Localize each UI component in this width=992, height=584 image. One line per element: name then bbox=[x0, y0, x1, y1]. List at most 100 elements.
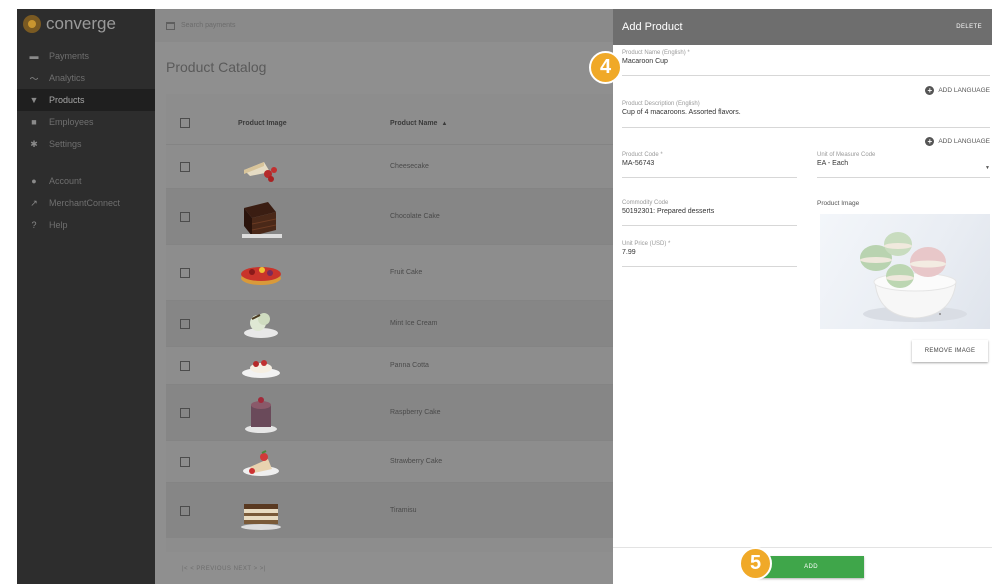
unit-price-input[interactable]: 7.99 bbox=[622, 249, 797, 256]
add-language-button[interactable]: + ADD LANGUAGE bbox=[925, 86, 990, 95]
product-description-field[interactable]: Product Description (English) Cup of 4 m… bbox=[622, 101, 990, 128]
product-name: Fruit Cake bbox=[390, 269, 423, 276]
product-name: Panna Cotta bbox=[390, 362, 429, 369]
add-language-button-2[interactable]: + ADD LANGUAGE bbox=[925, 137, 990, 146]
main-content: Search payments Product Catalog Product … bbox=[155, 9, 613, 584]
product-image bbox=[820, 214, 990, 329]
step-callout-4: 4 bbox=[589, 51, 622, 84]
add-product-panel: Add Product DELETE Product Name (English… bbox=[613, 9, 992, 584]
row-checkbox[interactable] bbox=[180, 267, 190, 278]
product-name-input[interactable]: Macaroon Cup bbox=[622, 58, 990, 65]
unit-of-measure-label: Unit of Measure Code bbox=[817, 152, 876, 158]
product-thumbnail bbox=[238, 256, 284, 290]
sort-up-icon: ▲ bbox=[441, 120, 448, 127]
sidebar-item-label: Payments bbox=[49, 51, 90, 61]
column-header-image[interactable]: Product Image bbox=[228, 120, 390, 127]
column-header-name[interactable]: Product Name ▲ bbox=[390, 120, 613, 127]
product-name: Tiramisu bbox=[390, 507, 417, 514]
panel-title: Add Product bbox=[622, 21, 683, 33]
product-name-label: Product Name (English) * bbox=[622, 50, 690, 56]
app-window: converge ▬ Payments 〜 Analytics ▼ Produc… bbox=[17, 9, 992, 584]
sidebar-nav: ▬ Payments 〜 Analytics ▼ Products ■ Empl… bbox=[17, 45, 155, 236]
table-header: Product Image Product Name ▲ bbox=[166, 102, 613, 144]
product-thumbnail bbox=[238, 490, 284, 532]
plus-circle-icon: + bbox=[925, 86, 935, 95]
table-row[interactable]: Raspberry Cake bbox=[166, 384, 613, 440]
table-row[interactable]: Chocolate Cake bbox=[166, 188, 613, 244]
sidebar-item-label: Analytics bbox=[49, 73, 86, 83]
analytics-icon: 〜 bbox=[29, 73, 39, 84]
sidebar-item-account[interactable]: ● Account bbox=[17, 170, 155, 192]
cart-icon: ▼ bbox=[29, 95, 39, 105]
logo-text: converge bbox=[46, 14, 116, 33]
product-name: Cheesecake bbox=[390, 163, 429, 170]
remove-image-button[interactable]: REMOVE IMAGE bbox=[912, 340, 988, 362]
row-checkbox[interactable] bbox=[180, 211, 190, 222]
sidebar-item-label: Settings bbox=[49, 139, 82, 149]
commodity-code-field[interactable]: Commodity Code 50192301: Prepared desser… bbox=[622, 200, 797, 226]
step-callout-5: 5 bbox=[739, 547, 772, 580]
table-row[interactable]: Mint Ice Cream bbox=[166, 300, 613, 346]
search-input[interactable]: Search payments bbox=[181, 22, 235, 29]
add-language-label: ADD LANGUAGE bbox=[938, 87, 990, 94]
product-code-label: Product Code * bbox=[622, 152, 663, 158]
unit-price-field[interactable]: Unit Price (USD) * 7.99 bbox=[622, 241, 797, 267]
commodity-code-label: Commodity Code bbox=[622, 200, 669, 206]
external-link-icon: ↗ bbox=[30, 197, 38, 208]
unit-price-label: Unit Price (USD) * bbox=[622, 241, 671, 247]
sidebar: converge ▬ Payments 〜 Analytics ▼ Produc… bbox=[17, 9, 155, 584]
sidebar-item-help[interactable]: ? Help bbox=[17, 214, 155, 236]
product-code-field[interactable]: Product Code * MA-56743 bbox=[622, 152, 797, 178]
table-row[interactable]: Panna Cotta bbox=[166, 346, 613, 384]
sidebar-item-analytics[interactable]: 〜 Analytics bbox=[17, 67, 155, 89]
product-name: Chocolate Cake bbox=[390, 213, 440, 220]
sidebar-item-label: Help bbox=[49, 220, 68, 230]
sidebar-item-merchantconnect[interactable]: ↗ MerchantConnect bbox=[17, 192, 155, 214]
chevron-down-icon: ▼ bbox=[985, 165, 990, 171]
sidebar-item-products[interactable]: ▼ Products bbox=[17, 89, 155, 111]
product-thumbnail bbox=[238, 307, 284, 341]
calendar-icon[interactable] bbox=[166, 21, 175, 30]
add-button[interactable]: ADD bbox=[758, 556, 864, 578]
employee-icon: ■ bbox=[31, 117, 37, 127]
product-thumbnail bbox=[238, 150, 284, 184]
row-checkbox[interactable] bbox=[180, 161, 190, 172]
sidebar-item-label: MerchantConnect bbox=[49, 198, 121, 208]
row-checkbox[interactable] bbox=[180, 407, 190, 418]
row-checkbox[interactable] bbox=[180, 456, 190, 467]
credit-card-icon: ▬ bbox=[29, 51, 39, 61]
brand-logo[interactable]: converge bbox=[17, 9, 155, 39]
account-icon: ● bbox=[31, 176, 37, 186]
product-thumbnail bbox=[238, 445, 284, 479]
product-thumbnail bbox=[238, 391, 284, 435]
sidebar-item-employees[interactable]: ■ Employees bbox=[17, 111, 155, 133]
product-description-label: Product Description (English) bbox=[622, 101, 700, 107]
product-thumbnail bbox=[238, 352, 284, 380]
select-all-checkbox[interactable] bbox=[180, 118, 190, 128]
row-checkbox[interactable] bbox=[180, 505, 190, 516]
table-row[interactable]: Cheesecake bbox=[166, 144, 613, 188]
table-row[interactable]: Tiramisu bbox=[166, 482, 613, 538]
product-name: Mint Ice Cream bbox=[390, 320, 438, 327]
sidebar-item-payments[interactable]: ▬ Payments bbox=[17, 45, 155, 67]
sidebar-item-label: Products bbox=[49, 95, 85, 105]
product-thumbnail bbox=[238, 194, 284, 240]
row-checkbox[interactable] bbox=[180, 318, 190, 329]
delete-button[interactable]: DELETE bbox=[956, 24, 982, 30]
product-image-label: Product Image bbox=[817, 200, 860, 207]
row-checkbox[interactable] bbox=[180, 360, 190, 371]
product-description-input[interactable]: Cup of 4 macaroons. Assorted flavors. bbox=[622, 109, 990, 116]
product-table: Product Image Product Name▲ Cheesecake bbox=[166, 94, 613, 552]
unit-of-measure-select[interactable]: Unit of Measure Code EA - Each ▼ bbox=[817, 152, 990, 178]
product-code-input[interactable]: MA-56743 bbox=[622, 160, 797, 167]
table-row[interactable]: Fruit Cake bbox=[166, 244, 613, 300]
search-bar[interactable]: Search payments bbox=[155, 9, 613, 42]
pagination[interactable]: |< < PREVIOUS NEXT > >| bbox=[182, 566, 266, 572]
sidebar-item-settings[interactable]: ✱ Settings bbox=[17, 133, 155, 155]
product-name-field[interactable]: Product Name (English) * Macaroon Cup bbox=[622, 50, 990, 76]
commodity-code-input[interactable]: 50192301: Prepared desserts bbox=[622, 208, 797, 215]
help-icon: ? bbox=[31, 220, 37, 230]
column-header-name-label: Product Name bbox=[390, 119, 438, 127]
sidebar-item-label: Account bbox=[49, 176, 82, 186]
table-row[interactable]: Strawberry Cake bbox=[166, 440, 613, 482]
